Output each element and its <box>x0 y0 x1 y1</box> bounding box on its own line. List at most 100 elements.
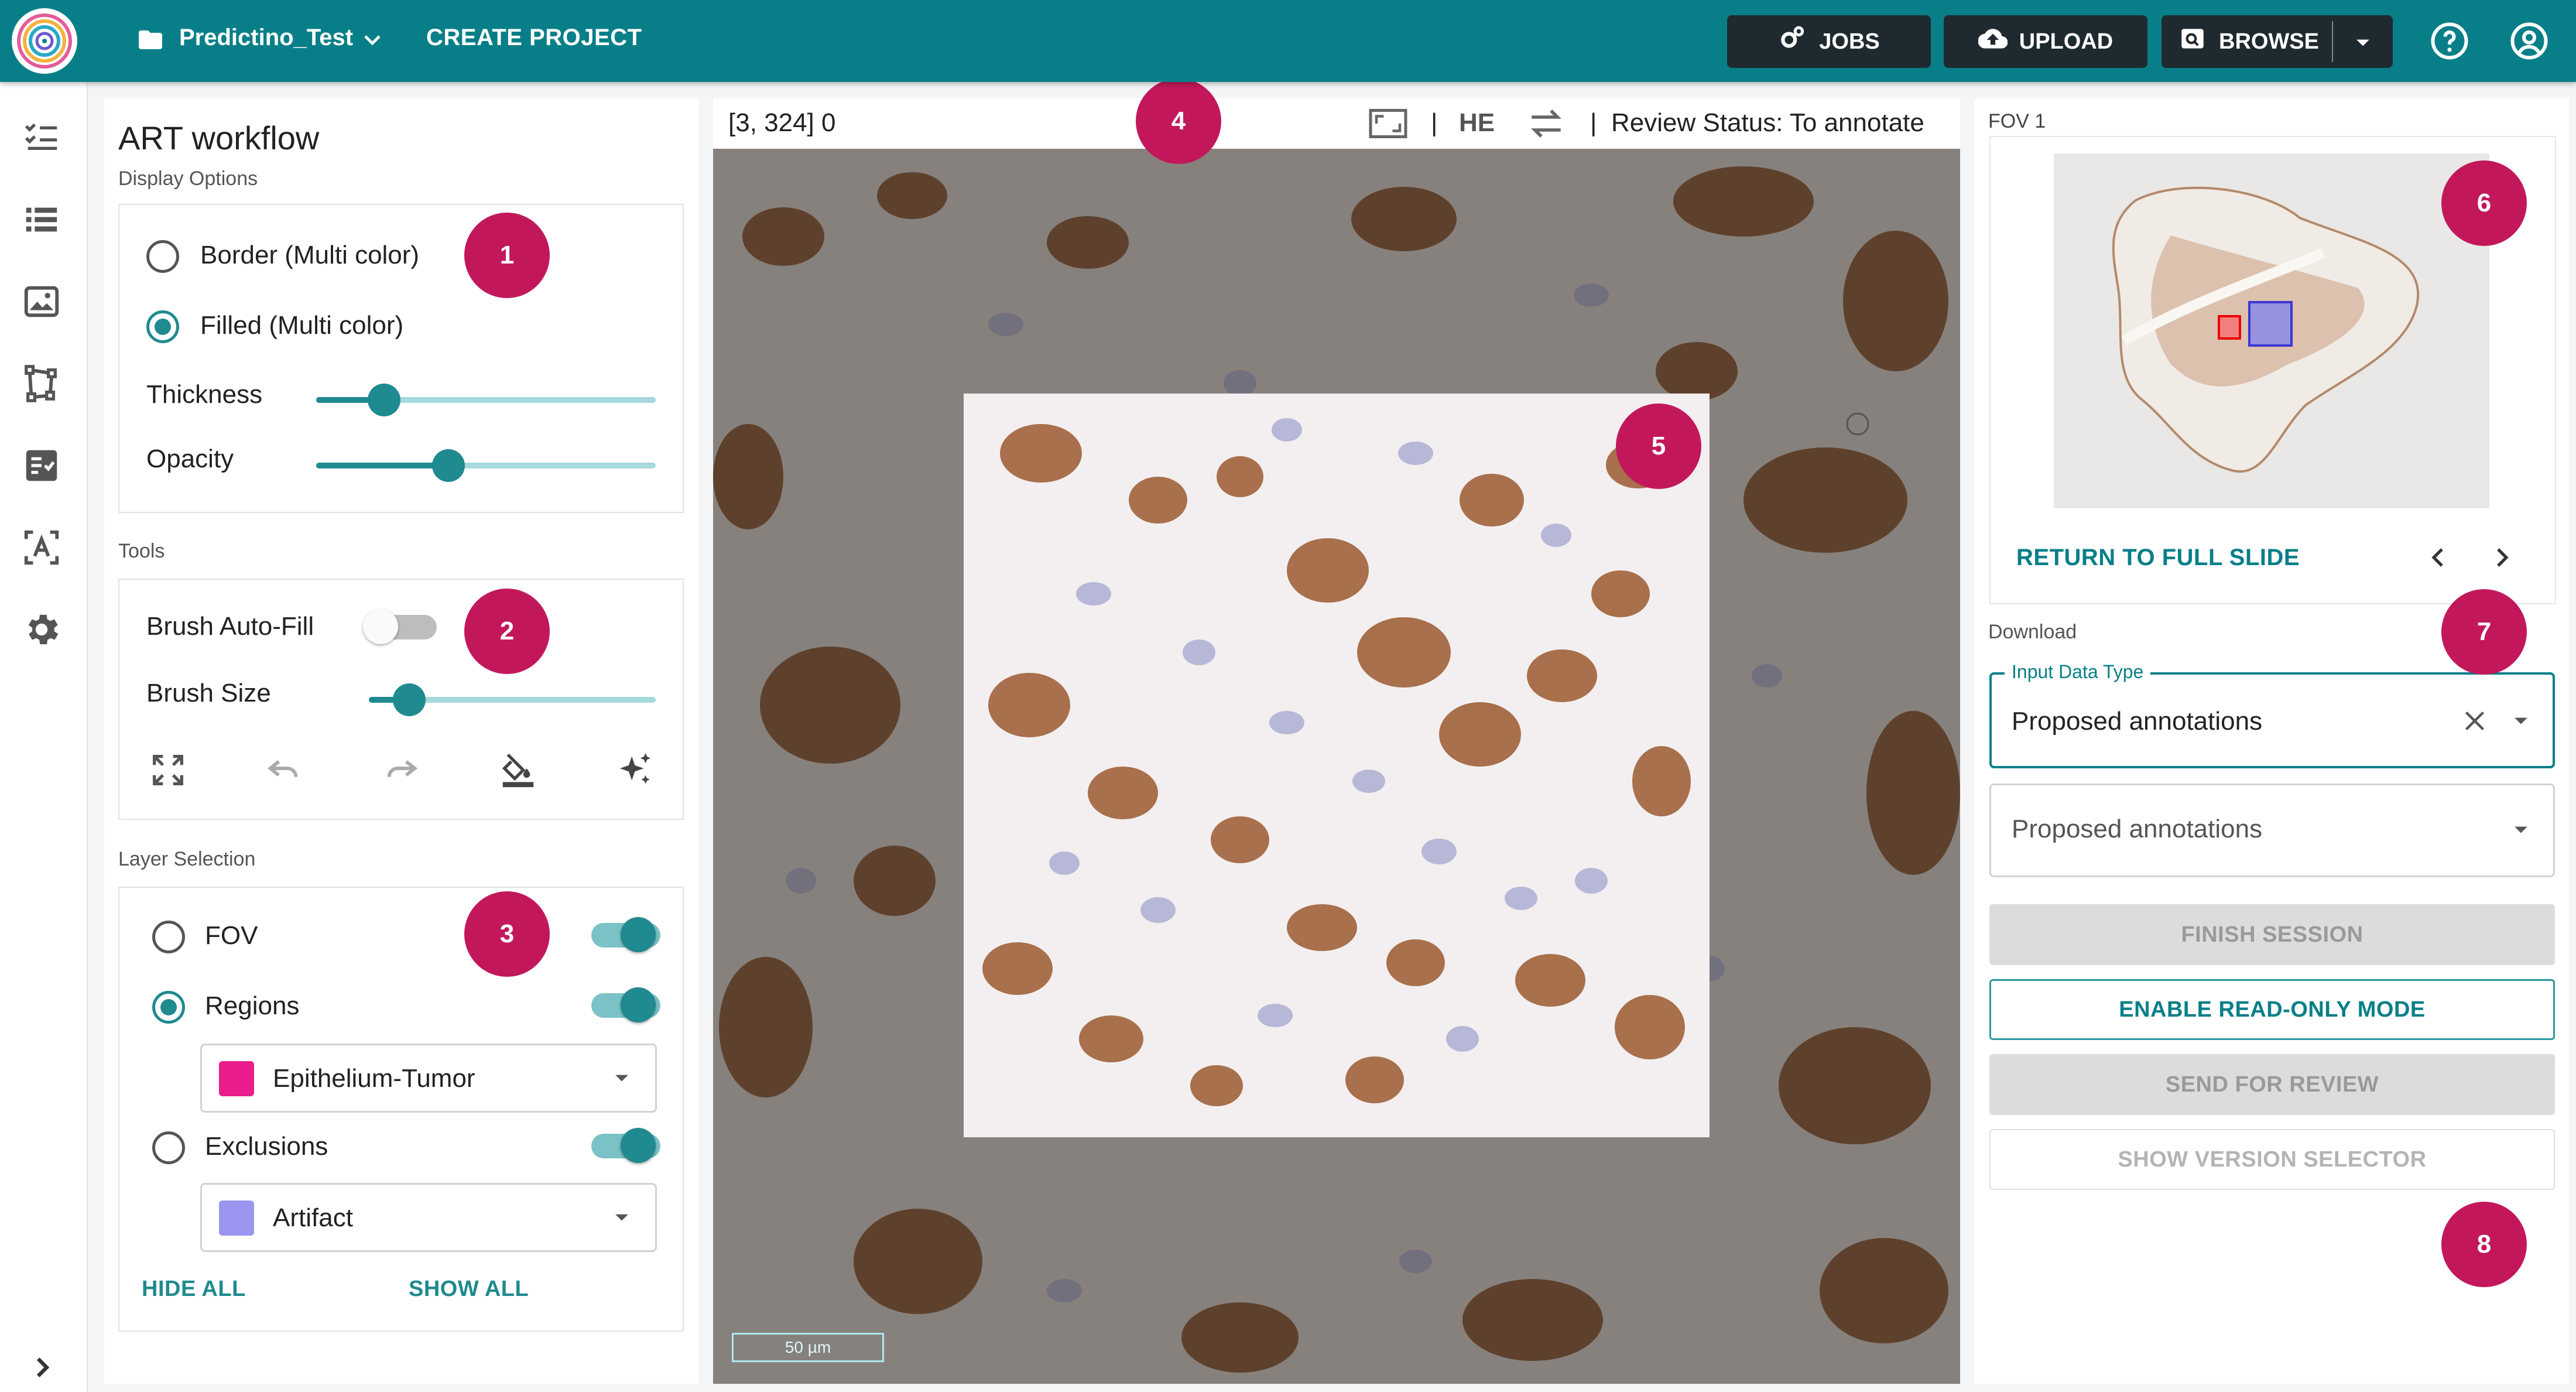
epithelium-tumor-swatch <box>219 1061 254 1096</box>
finish-session-button[interactable]: FINISH SESSION <box>1989 904 2555 965</box>
cloud-upload-icon <box>1978 24 2008 59</box>
exclusions-visibility-toggle-thumb[interactable] <box>621 1128 656 1163</box>
return-to-full-slide-button[interactable]: RETURN TO FULL SLIDE <box>2016 542 2300 573</box>
text-recognition-icon[interactable] <box>21 527 62 568</box>
callout-badge: 3 <box>464 891 550 977</box>
upload-label: UPLOAD <box>2019 29 2113 54</box>
exclusions-select-arrow-icon[interactable] <box>607 1202 637 1232</box>
undo-icon[interactable] <box>263 750 304 791</box>
callout-badge: 5 <box>1616 403 1701 489</box>
annotation-version-value: Proposed annotations <box>2012 815 2263 843</box>
fov-layer-radio[interactable] <box>152 921 185 953</box>
fov-layer-label[interactable]: FOV <box>205 919 258 952</box>
navigation-rail <box>0 82 88 1392</box>
layer-selection-label: Layer Selection <box>118 848 256 870</box>
previous-fov-chevron-icon[interactable] <box>2421 541 2454 574</box>
border-multicolor-radio[interactable] <box>146 240 179 273</box>
download-label: Download <box>1988 621 2077 643</box>
brush-autofill-label: Brush Auto-Fill <box>146 612 314 641</box>
slide-thumbnail[interactable] <box>2054 153 2489 508</box>
upload-button[interactable]: UPLOAD <box>1944 15 2147 68</box>
fullscreen-icon[interactable] <box>148 750 189 791</box>
project-name[interactable]: Predictino_Test <box>179 22 353 53</box>
review-status: Review Status: To annotate <box>1611 108 1924 137</box>
tools-label: Tools <box>118 540 165 562</box>
callout-badge: 2 <box>464 589 550 674</box>
opacity-slider-thumb[interactable] <box>432 449 465 482</box>
settings-icon[interactable] <box>21 609 62 650</box>
folder-icon[interactable] <box>136 26 165 54</box>
input-data-type-arrow-icon[interactable] <box>2506 705 2536 736</box>
callout-badge: 7 <box>2441 589 2527 675</box>
browse-icon <box>2178 24 2207 59</box>
brush-size-slider-thumb[interactable] <box>392 683 426 716</box>
checklist-icon[interactable] <box>21 116 62 157</box>
filled-multicolor-label[interactable]: Filled (Multi color) <box>200 309 403 342</box>
gears-icon <box>1778 24 1807 59</box>
browse-menu-chevron-icon[interactable] <box>2348 27 2378 57</box>
list-icon[interactable] <box>21 199 62 240</box>
hide-all-button[interactable]: HIDE ALL <box>142 1277 246 1302</box>
regions-layer-radio[interactable] <box>152 991 185 1024</box>
image-icon[interactable] <box>21 281 62 322</box>
scale-bar: 50 µm <box>732 1333 884 1362</box>
callout-badge: 6 <box>2441 160 2527 246</box>
jobs-button[interactable]: JOBS <box>1727 15 1931 68</box>
help-icon[interactable] <box>2428 20 2471 62</box>
exclusions-layer-radio[interactable] <box>152 1131 185 1164</box>
input-data-type-value: Proposed annotations <box>2012 707 2263 736</box>
opacity-slider-fill <box>316 463 449 468</box>
fov-region[interactable] <box>964 394 1710 1137</box>
fov-visibility-toggle-thumb[interactable] <box>621 917 656 952</box>
current-fov-marker <box>2218 315 2241 340</box>
cursor-coordinates: [3, 324] 0 <box>728 108 836 137</box>
enable-read-only-button[interactable]: ENABLE READ-ONLY MODE <box>1989 979 2555 1040</box>
polygon-icon[interactable] <box>21 363 62 404</box>
redo-icon[interactable] <box>381 750 422 791</box>
regions-select-arrow-icon[interactable] <box>607 1062 637 1093</box>
browse-label: BROWSE <box>2219 29 2319 54</box>
jobs-label: JOBS <box>1819 29 1880 54</box>
tissue-image <box>713 149 1960 1384</box>
brush-autofill-toggle-thumb[interactable] <box>363 609 398 644</box>
create-project-button[interactable]: CREATE PROJECT <box>426 22 642 53</box>
next-fov-chevron-icon[interactable] <box>2486 541 2519 574</box>
thickness-slider-thumb[interactable] <box>368 384 400 416</box>
opacity-label: Opacity <box>146 444 234 473</box>
app-logo[interactable] <box>12 8 77 74</box>
thickness-label: Thickness <box>146 380 263 409</box>
clear-icon[interactable] <box>2458 704 2492 738</box>
exclusions-layer-label[interactable]: Exclusions <box>205 1130 328 1163</box>
exclusions-class-select[interactable] <box>200 1183 657 1252</box>
top-app-bar: Predictino_Test CREATE PROJECT JOBS UPLO… <box>0 0 2576 82</box>
panel-title: ART workflow <box>118 119 320 156</box>
browse-split-divider <box>2332 21 2333 62</box>
annotation-version-arrow-icon[interactable] <box>2506 814 2536 844</box>
input-data-type-label: Input Data Type <box>2005 659 2151 684</box>
show-all-button[interactable]: SHOW ALL <box>409 1277 529 1302</box>
toolbar-separator: | <box>1590 108 1597 137</box>
toolbar-separator: | <box>1431 108 1438 137</box>
send-for-review-button[interactable]: SEND FOR REVIEW <box>1989 1054 2555 1115</box>
regions-visibility-toggle-thumb[interactable] <box>621 987 656 1022</box>
slide-viewer-canvas[interactable] <box>713 149 1960 1384</box>
filled-multicolor-radio[interactable] <box>146 310 179 343</box>
exclusions-class-value: Artifact <box>273 1203 353 1232</box>
fit-to-screen-icon[interactable] <box>1368 105 1409 142</box>
swap-arrows-icon[interactable] <box>1527 105 1566 142</box>
magic-sparkle-icon[interactable] <box>615 750 656 791</box>
show-version-selector-button[interactable]: SHOW VERSION SELECTOR <box>1989 1129 2555 1190</box>
stain-label[interactable]: HE <box>1459 107 1495 139</box>
callout-badge: 8 <box>2441 1202 2527 1287</box>
fill-bucket-icon[interactable] <box>498 750 539 791</box>
fov-label: FOV 1 <box>1988 110 2046 132</box>
expand-chevron-icon[interactable] <box>21 1347 62 1388</box>
account-icon[interactable] <box>2508 20 2550 62</box>
border-multicolor-label[interactable]: Border (Multi color) <box>200 239 419 272</box>
task-icon[interactable] <box>21 445 62 486</box>
callout-badge: 1 <box>464 213 550 298</box>
artifact-swatch <box>219 1201 254 1236</box>
regions-layer-label[interactable]: Regions <box>205 990 299 1022</box>
chevron-down-icon[interactable] <box>358 26 386 54</box>
regions-class-value: Epithelium-Tumor <box>273 1064 475 1093</box>
